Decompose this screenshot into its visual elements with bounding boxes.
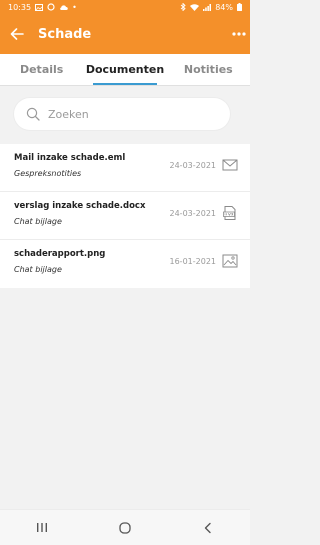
tab-notities[interactable]: Notities [167, 54, 250, 85]
search-box[interactable] [14, 98, 230, 130]
dot-icon: • [72, 2, 77, 12]
document-date: 24-03-2021 [169, 161, 217, 170]
back-button[interactable] [2, 14, 32, 54]
home-button[interactable] [105, 513, 145, 543]
recent-apps-button[interactable] [22, 513, 62, 543]
documents-list: Mail inzake schade.eml Gespreksnotities … [0, 144, 250, 288]
gallery-notification-icon [35, 3, 44, 11]
list-item[interactable]: verslag inzake schade.docx Chat bijlage … [0, 192, 250, 240]
status-right: 84% [180, 3, 242, 12]
cloud-notification-icon [60, 4, 68, 10]
mail-icon [222, 159, 238, 171]
document-date: 24-03-2021 [169, 209, 217, 218]
list-item[interactable]: schaderapport.png Chat bijlage 16-01-202… [0, 240, 250, 288]
tab-bar: Details Documenten Notities [0, 54, 250, 86]
battery-icon [237, 3, 242, 11]
system-nav-bar [0, 509, 250, 545]
more-dots-icon [232, 32, 246, 36]
document-date: 16-01-2021 [169, 257, 217, 266]
app-notification-icon [47, 3, 55, 11]
docx-file-icon [223, 206, 236, 220]
signal-icon [203, 3, 212, 11]
app-bar: Schade [0, 14, 250, 54]
wifi-icon [190, 3, 200, 11]
page-title: Schade [38, 26, 92, 42]
bluetooth-icon [180, 3, 186, 11]
more-options-button[interactable] [228, 14, 250, 54]
search-section [0, 86, 250, 140]
recent-apps-icon [36, 523, 47, 532]
document-subtitle: Chat bijlage [14, 265, 62, 274]
document-subtitle: Chat bijlage [14, 217, 62, 226]
search-icon [26, 107, 40, 121]
status-left: 10:35 • [8, 3, 77, 12]
home-icon [119, 521, 131, 534]
back-nav-button[interactable] [188, 513, 228, 543]
tab-details[interactable]: Details [0, 54, 83, 85]
chevron-left-icon [205, 522, 212, 533]
list-item[interactable]: Mail inzake schade.eml Gespreksnotities … [0, 144, 250, 192]
status-time: 10:35 [8, 2, 32, 12]
arrow-left-icon [10, 28, 24, 40]
status-bar: 10:35 • 84% [0, 0, 250, 14]
image-icon [222, 254, 238, 268]
search-input[interactable] [48, 107, 198, 121]
battery-level: 84% [215, 2, 233, 12]
document-subtitle: Gespreksnotities [14, 169, 82, 178]
tab-documenten[interactable]: Documenten [83, 54, 166, 85]
